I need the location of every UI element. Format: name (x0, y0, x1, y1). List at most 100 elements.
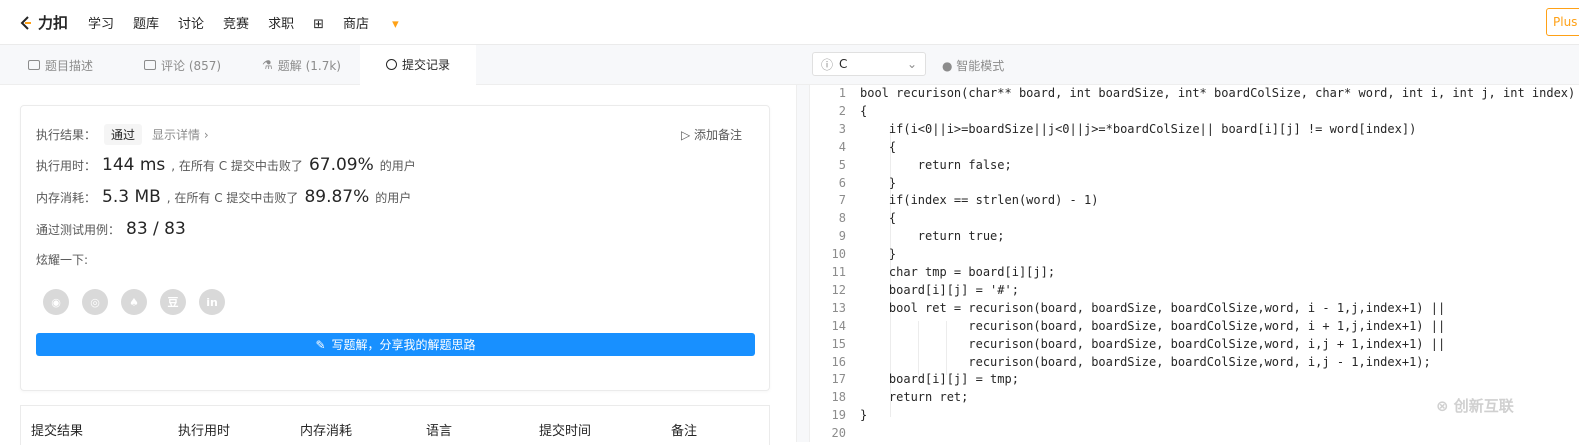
line-number: 18 (831, 390, 846, 405)
share-label: 炫耀一下: (36, 251, 88, 268)
main-nav: 学习 题库 讨论 竞赛 求职 ⊞ 商店 ▾ (88, 13, 418, 32)
code-line: } (860, 175, 897, 190)
runtime-percent: 67.09% (308, 155, 374, 175)
add-note-button[interactable]: ▷ 添加备注 (681, 126, 742, 143)
write-solution-label: 写题解，分享我的解题思路 (331, 338, 476, 352)
line-number: 5 (838, 157, 846, 172)
line-number: 2 (838, 103, 846, 118)
code-line: recurison(board, boardSize, boardColSize… (860, 318, 1446, 333)
memory-value: 5.3 MB (102, 187, 161, 207)
testcases-row: 通过测试用例： 83 / 83 (36, 219, 192, 239)
runtime-row: 执行用时： 144 ms , 在所有 C 提交中击败了 67.09% 的用户 (36, 155, 416, 175)
submission-pane: 执行结果： 通过 显示详情 › ▷ 添加备注 执行用时： 144 ms , 在所… (0, 85, 796, 445)
smart-mode-label: 智能模式 (956, 59, 1005, 73)
line-number: 17 (831, 372, 846, 387)
code-line: { (860, 103, 868, 118)
runtime-value: 144 ms (102, 155, 166, 175)
code-line: } (860, 408, 868, 423)
memory-row: 内存消耗： 5.3 MB , 在所有 C 提交中击败了 89.87% 的用户 (36, 187, 411, 207)
code-line: if(index == strlen(word) - 1) (860, 193, 1099, 208)
tab-submissions[interactable]: 提交记录 (360, 45, 476, 85)
testcases-value: 83 / 83 (126, 219, 186, 239)
watermark-text: 创新互联 (1453, 397, 1514, 415)
code-line: board[i][j] = '#'; (860, 282, 1019, 297)
qq-icon[interactable]: ♠ (121, 289, 147, 315)
show-details-link[interactable]: 显示详情 › (152, 126, 209, 143)
description-icon (28, 60, 40, 70)
nav-jobs[interactable]: 求职 (268, 13, 294, 32)
tab-label: 题解 (1.7k) (277, 58, 341, 73)
top-nav: 力扣 学习 题库 讨论 竞赛 求职 ⊞ 商店 ▾ Plus (0, 0, 1579, 45)
memory-text: , 在所有 C 提交中击败了 (166, 190, 299, 205)
runtime-label: 执行用时： (36, 158, 97, 173)
tab-label: 提交记录 (402, 58, 451, 72)
smart-mode-toggle[interactable]: ● 智能模式 (942, 57, 1004, 74)
code-line: return false; (860, 157, 1012, 172)
line-numbers: 1 2 3 4 5 6 7 8 9 10 11 12 13 14 15 16 17 18 19 20 (810, 85, 850, 442)
code-line: { (860, 211, 897, 226)
tab-label: 题目描述 (45, 58, 94, 73)
tab-solutions[interactable]: ⚗ 题解 (1.7k) (262, 45, 341, 85)
code-line: char tmp = board[i][j]; (860, 265, 1056, 279)
dot-icon: ● (942, 59, 957, 73)
editor-toolbar: ⓘ C ⌄ ● 智能模式 (796, 45, 1579, 85)
nav-learn[interactable]: 学习 (88, 13, 114, 32)
code-line: board[i][j] = tmp; (860, 372, 1019, 387)
code-line: bool ret = recurison(board, boardSize, b… (860, 300, 1446, 315)
linkedin-icon[interactable]: in (199, 289, 225, 315)
douban-icon[interactable]: 豆 (160, 289, 186, 315)
submissions-table-header: 提交结果 执行用时 内存消耗 语言 提交时间 备注 (20, 405, 770, 445)
line-number: 14 (831, 318, 846, 333)
status-badge: 通过 (104, 124, 143, 145)
col-note: 备注 (671, 424, 698, 439)
info-icon: ⓘ (821, 57, 834, 72)
code-line: recurison(board, boardSize, boardColSize… (860, 354, 1431, 369)
watermark: ⊗ 创新互联 (1436, 395, 1514, 416)
weibo-icon[interactable]: ◎ (82, 289, 108, 315)
memory-percent: 89.87% (304, 187, 370, 207)
plus-button[interactable]: Plus (1546, 8, 1579, 36)
code-editor[interactable]: bool recurison(char** board, int boardSi… (860, 85, 1579, 442)
play-icon: ▷ (681, 128, 695, 142)
store-icon: ⊞ (313, 17, 324, 32)
code-line: bool recurison(char** board, int boardSi… (860, 86, 1576, 100)
code-line: return true; (860, 229, 1005, 244)
memory-label: 内存消耗： (36, 190, 97, 205)
watermark-logo-icon: ⊗ (1436, 397, 1454, 415)
nav-contest[interactable]: 竞赛 (223, 13, 249, 32)
comment-icon (144, 60, 156, 70)
write-solution-button[interactable]: ✎ 写题解，分享我的解题思路 (36, 333, 755, 356)
pane-resize-handle[interactable] (796, 85, 810, 442)
chevron-down-icon: ⌄ (906, 57, 917, 71)
col-runtime: 执行用时 (178, 424, 231, 439)
code-line: { (860, 139, 897, 154)
line-number: 1 (838, 86, 846, 100)
language-select[interactable]: ⓘ C ⌄ (812, 52, 926, 76)
tab-comments[interactable]: 评论 (857) (144, 45, 221, 85)
nav-store-label: 商店 (342, 17, 369, 32)
nav-problems[interactable]: 题库 (133, 13, 159, 32)
line-number: 7 (838, 193, 846, 208)
nav-discuss[interactable]: 讨论 (178, 13, 204, 32)
col-result: 提交结果 (31, 424, 84, 439)
code-line: if(i<0||i>=boardSize||j<0||j>=*boardColS… (860, 121, 1417, 136)
wechat-icon[interactable]: ◉ (43, 289, 69, 315)
clock-icon (386, 59, 397, 70)
line-number: 13 (831, 300, 846, 315)
line-number: 4 (838, 139, 846, 154)
line-number: 11 (831, 265, 846, 279)
runtime-suffix: 的用户 (379, 158, 416, 173)
code-line: return ret; (860, 390, 969, 405)
col-time: 提交时间 (539, 424, 592, 439)
share-text: 炫耀一下: (36, 253, 89, 267)
pencil-icon: ✎ (315, 337, 326, 352)
line-number: 9 (838, 229, 846, 244)
tab-description[interactable]: 题目描述 (28, 45, 93, 85)
line-number: 20 (831, 426, 846, 441)
nav-store[interactable]: ⊞ 商店 ▾ (313, 13, 399, 32)
result-label: 执行结果： (36, 128, 97, 142)
problem-tabs: 题目描述 评论 (857) ⚗ 题解 (1.7k) 提交记录 (0, 45, 796, 85)
brand-logo[interactable]: 力扣 (18, 12, 68, 33)
line-number: 15 (831, 336, 846, 351)
result-row: 执行结果： 通过 显示详情 › (36, 124, 209, 145)
